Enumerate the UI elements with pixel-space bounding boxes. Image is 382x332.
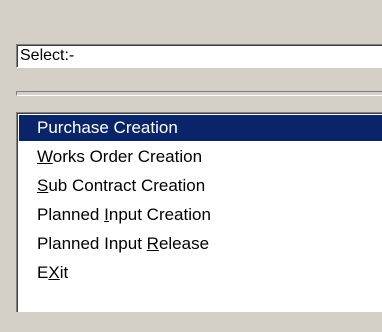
menu-listbox[interactable]: Purchase Creation Works Order Creation S… [16,112,382,312]
menu-item-planned-input-release[interactable]: Planned Input Release [19,231,382,257]
menu-item-planned-input-creation[interactable]: Planned Input Creation [19,202,382,228]
select-field-value: Select:- [20,47,75,64]
menu-item-purchase-creation[interactable]: Purchase Creation [19,115,382,141]
menu-item-exit[interactable]: EXit [19,260,382,286]
select-field[interactable]: Select:- [16,44,382,68]
menu-item-works-order-creation[interactable]: Works Order Creation [19,144,382,170]
menu-item-sub-contract-creation[interactable]: Sub Contract Creation [19,173,382,199]
separator [16,91,382,96]
